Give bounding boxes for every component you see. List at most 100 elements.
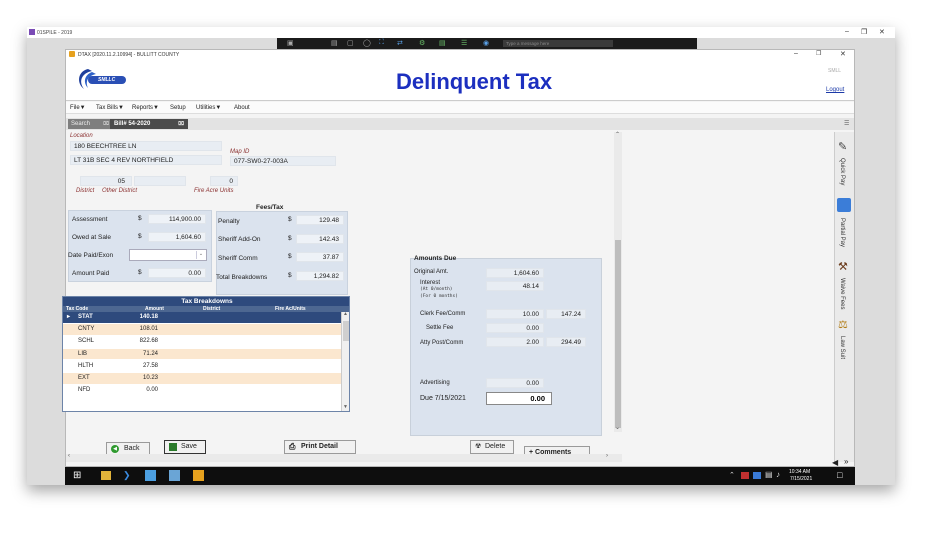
- horizontal-scrollbar[interactable]: ‹ ›: [66, 453, 622, 462]
- message-icon[interactable]: ◉: [483, 39, 489, 47]
- tray-shield-icon[interactable]: [753, 472, 761, 479]
- interest-field[interactable]: 48.14: [486, 281, 544, 291]
- tab-search[interactable]: Search ⌧: [68, 119, 112, 129]
- address-field[interactable]: 180 BEECHTREE LN: [70, 141, 222, 151]
- side-tab-quick-pay[interactable]: Quick Pay: [839, 158, 845, 185]
- screen-icon[interactable]: ▤: [331, 39, 338, 47]
- dtax-taskbar-icon[interactable]: [193, 470, 204, 481]
- tab-bill[interactable]: Bill# 54-2020 ⌧: [110, 119, 188, 129]
- menu-reports[interactable]: Reports▼: [132, 105, 159, 111]
- date-paid-picker[interactable]: ⌄: [129, 249, 207, 261]
- atty-post-total-field[interactable]: 294.49: [546, 337, 586, 347]
- tab-close-icon[interactable]: ⌧: [178, 121, 184, 127]
- minimize-icon[interactable]: –: [845, 28, 849, 35]
- scroll-thumb[interactable]: [615, 240, 621, 428]
- table-row[interactable]: CNTY 108.01: [63, 324, 341, 335]
- table-row[interactable]: LIB 71.24: [63, 348, 341, 360]
- table-row[interactable]: NFD 0.00: [63, 385, 341, 396]
- volume-icon[interactable]: ♪: [776, 470, 780, 479]
- menu-tax-bills[interactable]: Tax Bills▼: [96, 105, 124, 111]
- taskbar-time[interactable]: 10:34 AM: [789, 469, 810, 475]
- table-row[interactable]: HLTH 27.58: [63, 360, 341, 372]
- amount-due-field[interactable]: 0.00: [486, 392, 552, 405]
- tray-app-icon[interactable]: [741, 472, 749, 479]
- fullscreen-icon[interactable]: ⛶: [379, 39, 384, 47]
- delete-button[interactable]: ☢ Delete: [470, 440, 514, 454]
- side-tab-waive-fees[interactable]: Waive Fees: [839, 278, 845, 309]
- table-row[interactable]: SCHL 822.68: [63, 336, 341, 347]
- clerk-fee-total-field[interactable]: 147.24: [546, 309, 586, 319]
- powershell-icon[interactable]: ❯: [123, 470, 131, 481]
- panel-collapse-icon[interactable]: ◀: [832, 458, 838, 467]
- remote-app-icon[interactable]: [145, 470, 156, 481]
- fire-acre-field[interactable]: 0: [210, 176, 238, 186]
- network-app-icon[interactable]: [169, 470, 180, 481]
- file-explorer-icon[interactable]: [101, 471, 111, 480]
- owed-at-sale-field[interactable]: 1,604.60: [148, 232, 206, 242]
- quick-pay-icon[interactable]: ✎: [838, 140, 847, 153]
- menu-utilities[interactable]: Utilities▼: [196, 105, 221, 111]
- file-icon[interactable]: ▤: [439, 39, 446, 47]
- scroll-up-icon[interactable]: ▲: [343, 311, 348, 317]
- map-id-field[interactable]: 077-SW0-27-003A: [230, 156, 336, 166]
- advertising-field[interactable]: 0.00: [486, 378, 544, 388]
- close-icon[interactable]: ✕: [879, 28, 885, 36]
- transfer-icon[interactable]: ⇄: [397, 39, 403, 47]
- menu-setup[interactable]: Setup: [170, 105, 186, 111]
- original-amount-field[interactable]: 1,604.60: [486, 268, 544, 278]
- app-restore-icon[interactable]: ❐: [816, 50, 821, 57]
- chat-icon[interactable]: ☰: [461, 39, 467, 47]
- sheriff-add-on-field[interactable]: 142.43: [296, 234, 344, 244]
- taskbar-date[interactable]: 7/15/2021: [790, 476, 812, 482]
- print-detail-button[interactable]: ⎙ Print Detail: [284, 440, 356, 454]
- legal-description-field[interactable]: LT 31B SEC 4 REV NORTHFIELD: [70, 155, 222, 165]
- scroll-up-icon[interactable]: ⌃: [615, 131, 620, 138]
- vertical-scrollbar[interactable]: ⌃ ⌄: [614, 132, 622, 432]
- table-scrollbar[interactable]: ▲ ▼: [341, 311, 349, 411]
- sheriff-comm-field[interactable]: 37.87: [296, 252, 344, 262]
- panel-expand-icon[interactable]: »: [844, 457, 848, 466]
- amount-paid-field[interactable]: 0.00: [148, 268, 206, 278]
- restore-icon[interactable]: ❐: [861, 28, 867, 36]
- save-button[interactable]: Save: [164, 440, 206, 454]
- chevron-down-icon[interactable]: ⌄: [196, 251, 205, 259]
- total-breakdowns-field[interactable]: 1,294.82: [296, 271, 344, 281]
- amount-paid-label: Amount Paid: [72, 270, 110, 277]
- app-close-icon[interactable]: ✕: [840, 50, 846, 58]
- partial-pay-icon[interactable]: [837, 198, 851, 212]
- tray-chevron-icon[interactable]: ⌃: [729, 471, 735, 479]
- network-icon[interactable]: ▤: [765, 470, 773, 479]
- scroll-thumb[interactable]: [343, 321, 349, 341]
- scroll-down-icon[interactable]: ▼: [343, 404, 348, 410]
- atty-post-field[interactable]: 2.00: [486, 337, 544, 347]
- district-field[interactable]: 05: [80, 176, 132, 186]
- other-district-field[interactable]: [134, 176, 186, 186]
- menu-about[interactable]: About: [234, 105, 250, 111]
- clerk-fee-field[interactable]: 10.00: [486, 309, 544, 319]
- scroll-down-icon[interactable]: ⌄: [615, 424, 620, 431]
- assessment-field[interactable]: 114,900.00: [148, 214, 206, 224]
- side-tab-partial-pay[interactable]: Partial Pay: [839, 218, 845, 247]
- monitor-icon[interactable]: ▣: [287, 39, 294, 47]
- zoom-icon[interactable]: ◯: [363, 39, 371, 47]
- settle-fee-field[interactable]: 0.00: [486, 323, 544, 333]
- logout-link[interactable]: Logout: [826, 87, 844, 93]
- app-minimize-icon[interactable]: –: [794, 50, 798, 57]
- scroll-left-icon[interactable]: ‹: [68, 453, 70, 459]
- settings-icon[interactable]: ⚙: [419, 39, 425, 47]
- menu-file[interactable]: File▼: [70, 105, 86, 111]
- notifications-icon[interactable]: □: [837, 470, 842, 480]
- table-row[interactable]: ▸ STAT 140.18: [63, 312, 341, 323]
- display-icon[interactable]: ▢: [347, 39, 354, 47]
- windows-start-icon[interactable]: ⊞: [73, 470, 81, 481]
- waive-fees-icon[interactable]: ⚒: [838, 260, 848, 273]
- scroll-right-icon[interactable]: ›: [606, 453, 608, 459]
- table-row[interactable]: EXT 10.23: [63, 373, 341, 384]
- message-input[interactable]: Type a message here: [503, 40, 613, 47]
- amounts-due-title: Amounts Due: [414, 255, 457, 262]
- penalty-field[interactable]: 129.48: [296, 215, 344, 225]
- tab-close-icon[interactable]: ⌧: [103, 121, 109, 127]
- tab-overflow-icon[interactable]: ☰: [844, 120, 849, 127]
- side-tab-law-suit[interactable]: Law Suit: [839, 336, 845, 359]
- law-suit-icon[interactable]: ⚖: [838, 318, 848, 331]
